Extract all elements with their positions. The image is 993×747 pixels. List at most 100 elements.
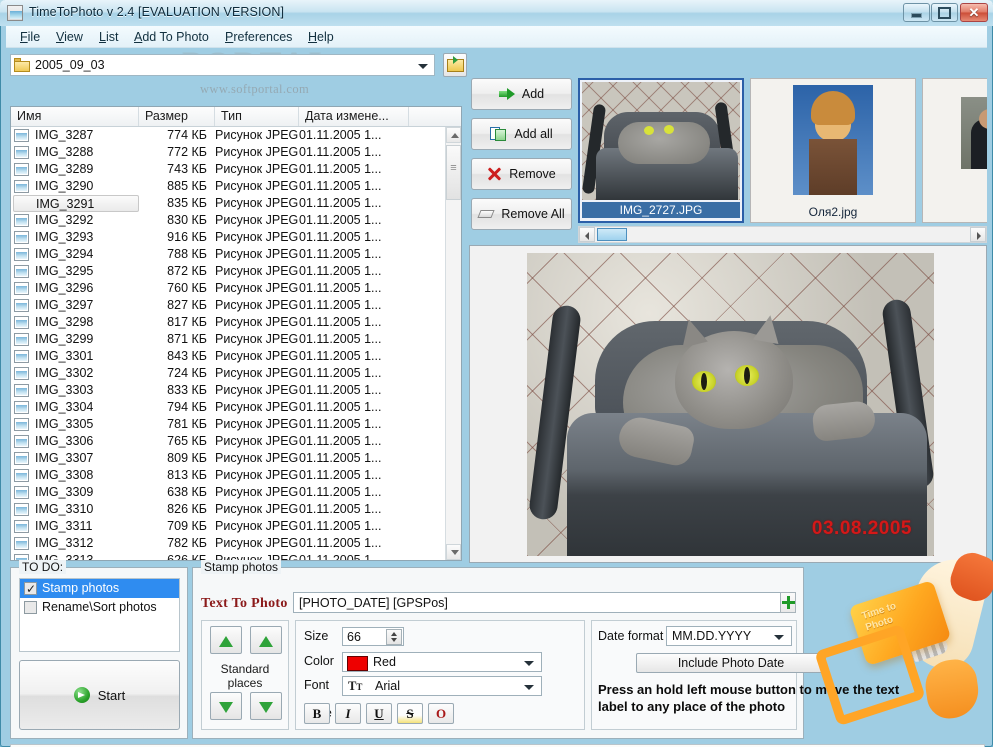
table-row[interactable]: IMG_3298 817 КБ Рисунок JPEG 01.11.2005 1..…	[11, 314, 445, 331]
include-photo-date-button[interactable]: Include Photo Date	[636, 653, 826, 673]
thumbnail-item[interactable]: Оля2.jpg	[750, 78, 916, 223]
file-type: Рисунок JPEG	[215, 145, 299, 159]
file-date: 01.11.2005 1...	[299, 281, 382, 295]
chevron-down-icon[interactable]	[524, 685, 534, 690]
add-all-button[interactable]: Add all	[471, 118, 572, 150]
todo-item[interactable]: Rename\Sort photos	[20, 598, 179, 617]
menu-item-add-to-photo[interactable]: Add To Photo	[128, 29, 215, 45]
table-row[interactable]: IMG_3313 626 КБ Рисунок JPEG 01.11.2005 1..…	[11, 552, 445, 560]
chevron-down-icon[interactable]	[418, 64, 428, 69]
table-row[interactable]: IMG_3301 843 КБ Рисунок JPEG 01.11.2005 1..…	[11, 348, 445, 365]
date-format-select[interactable]: MM.DD.YYYY	[666, 626, 792, 646]
place-bottom-left-button[interactable]	[210, 692, 242, 720]
column-header-3[interactable]: Дата измене...	[299, 107, 409, 126]
menu-item-view[interactable]: View	[50, 29, 89, 45]
checkbox[interactable]	[24, 601, 37, 614]
table-row[interactable]: IMG_3294 788 КБ Рисунок JPEG 01.11.2005 1..…	[11, 246, 445, 263]
table-row[interactable]: IMG_3302 724 КБ Рисунок JPEG 01.11.2005 1..…	[11, 365, 445, 382]
table-row[interactable]: IMG_3303 833 КБ Рисунок JPEG 01.11.2005 1..…	[11, 382, 445, 399]
column-header-1[interactable]: Размер	[139, 107, 215, 126]
column-header-0[interactable]: Имя	[11, 107, 139, 126]
chevron-down-icon[interactable]	[524, 661, 534, 666]
place-top-right-button[interactable]	[250, 626, 282, 654]
menu-item-file[interactable]: File	[14, 29, 46, 45]
file-size: 817 КБ	[167, 315, 207, 329]
scrollbar-thumb[interactable]	[446, 145, 461, 200]
table-row[interactable]: IMG_3289 743 КБ Рисунок JPEG 01.11.2005 1..…	[11, 161, 445, 178]
file-size: 626 КБ	[167, 553, 207, 560]
thumbnail-strip[interactable]: IMG_2727.JPG Оля2.jpg fot	[578, 78, 987, 225]
thumbnail-scrollbar[interactable]	[578, 226, 987, 243]
photo-preview-panel[interactable]: 03.08.2005	[469, 245, 987, 563]
menu-item-preferences[interactable]: Preferences	[219, 29, 298, 45]
folder-path-combo[interactable]: 2005_09_03	[10, 54, 435, 76]
place-bottom-right-button[interactable]	[250, 692, 282, 720]
chevron-down-icon[interactable]	[774, 635, 784, 640]
table-row[interactable]: IMG_3304 794 КБ Рисунок JPEG 01.11.2005 1..…	[11, 399, 445, 416]
todo-list[interactable]: Stamp photos Rename\Sort photos	[19, 578, 180, 652]
menu-item-list[interactable]: List	[93, 29, 124, 45]
file-list[interactable]: Имя Размер Тип Дата измене... IMG_3287 774 К…	[10, 106, 462, 561]
scroll-down-button[interactable]	[446, 544, 461, 560]
add-field-button[interactable]	[780, 592, 796, 613]
table-row[interactable]: IMG_3305 781 КБ Рисунок JPEG 01.11.2005 1..…	[11, 416, 445, 433]
thumbnail-image	[582, 82, 740, 200]
remove-button[interactable]: Remove	[471, 158, 572, 190]
table-row[interactable]: IMG_3307 809 КБ Рисунок JPEG 01.11.2005 1..…	[11, 450, 445, 467]
browse-folder-button[interactable]	[443, 53, 467, 77]
table-row[interactable]: IMG_3295 872 КБ Рисунок JPEG 01.11.2005 1..…	[11, 263, 445, 280]
remove-all-button[interactable]: Remove All	[471, 198, 572, 230]
red-x-icon	[487, 167, 502, 181]
todo-item[interactable]: Stamp photos	[20, 579, 179, 599]
maximize-button[interactable]	[931, 3, 958, 22]
underline-button[interactable]: U	[366, 703, 392, 724]
file-list-scrollbar[interactable]	[445, 127, 461, 560]
place-top-left-button[interactable]	[210, 626, 242, 654]
thumbnail-scroll-right-button[interactable]	[970, 227, 986, 242]
preview-photo[interactable]: 03.08.2005	[527, 253, 934, 556]
table-row[interactable]: IMG_3311 709 КБ Рисунок JPEG 01.11.2005 1..…	[11, 518, 445, 535]
close-button[interactable]: ✕	[960, 3, 988, 22]
table-row[interactable]: IMG_3310 826 КБ Рисунок JPEG 01.11.2005 1..…	[11, 501, 445, 518]
play-circle-icon	[73, 687, 90, 703]
table-row[interactable]: IMG_3299 871 КБ Рисунок JPEG 01.11.2005 1..…	[11, 331, 445, 348]
table-row[interactable]: IMG_3292 830 КБ Рисунок JPEG 01.11.2005 1..…	[11, 212, 445, 229]
add-button[interactable]: Add	[471, 78, 572, 110]
table-row[interactable]: IMG_3288 772 КБ Рисунок JPEG 01.11.2005 1..…	[11, 144, 445, 161]
color-select[interactable]: Red	[342, 652, 542, 672]
scroll-up-button[interactable]	[446, 127, 461, 143]
thumbnail-item[interactable]: fot	[922, 78, 987, 223]
photo-date-stamp[interactable]: 03.08.2005	[812, 518, 912, 540]
file-date: 01.11.2005 1...	[299, 196, 382, 210]
bold-button[interactable]: B	[304, 703, 330, 724]
minimize-button[interactable]	[903, 3, 930, 22]
table-row[interactable]: IMG_3296 760 КБ Рисунок JPEG 01.11.2005 1..…	[11, 280, 445, 297]
table-row[interactable]: IMG_3308 813 КБ Рисунок JPEG 01.11.2005 1..…	[11, 467, 445, 484]
thumbnail-scrollbar-thumb[interactable]	[597, 228, 627, 241]
start-button[interactable]: Start	[19, 660, 180, 730]
checkbox[interactable]	[24, 580, 37, 599]
file-list-body[interactable]: IMG_3287 774 КБ Рисунок JPEG 01.11.2005 1..…	[11, 127, 445, 560]
thumbnail-scroll-left-button[interactable]	[579, 227, 595, 242]
font-select[interactable]: TT Arial	[342, 676, 542, 696]
table-row[interactable]: IMG_3291 835 КБ Рисунок JPEG 01.11.2005 1..…	[11, 195, 445, 212]
table-row[interactable]: IMG_3287 774 КБ Рисунок JPEG 01.11.2005 1..…	[11, 127, 445, 144]
file-size: 827 КБ	[167, 298, 207, 312]
size-input[interactable]: 66	[342, 627, 404, 646]
strikethrough-button[interactable]: S	[397, 703, 423, 724]
table-row[interactable]: IMG_3306 765 КБ Рисунок JPEG 01.11.2005 1..…	[11, 433, 445, 450]
outline-button[interactable]: O	[428, 703, 454, 724]
table-row[interactable]: IMG_3297 827 КБ Рисунок JPEG 01.11.2005 1..…	[11, 297, 445, 314]
column-header-2[interactable]: Тип	[215, 107, 299, 126]
size-stepper[interactable]	[386, 629, 402, 645]
thumbnail-item[interactable]: IMG_2727.JPG	[578, 78, 744, 223]
table-row[interactable]: IMG_3290 885 КБ Рисунок JPEG 01.11.2005 1..…	[11, 178, 445, 195]
file-date: 01.11.2005 1...	[299, 400, 382, 414]
italic-button[interactable]: I	[335, 703, 361, 724]
table-row[interactable]: IMG_3309 638 КБ Рисунок JPEG 01.11.2005 1..…	[11, 484, 445, 501]
table-row[interactable]: IMG_3293 916 КБ Рисунок JPEG 01.11.2005 1..…	[11, 229, 445, 246]
table-row[interactable]: IMG_3312 782 КБ Рисунок JPEG 01.11.2005 1..…	[11, 535, 445, 552]
stamp-text-input[interactable]: [PHOTO_DATE] [GPSPos]	[293, 592, 781, 613]
file-type: Рисунок JPEG	[215, 281, 299, 295]
menu-item-help[interactable]: Help	[302, 29, 340, 45]
